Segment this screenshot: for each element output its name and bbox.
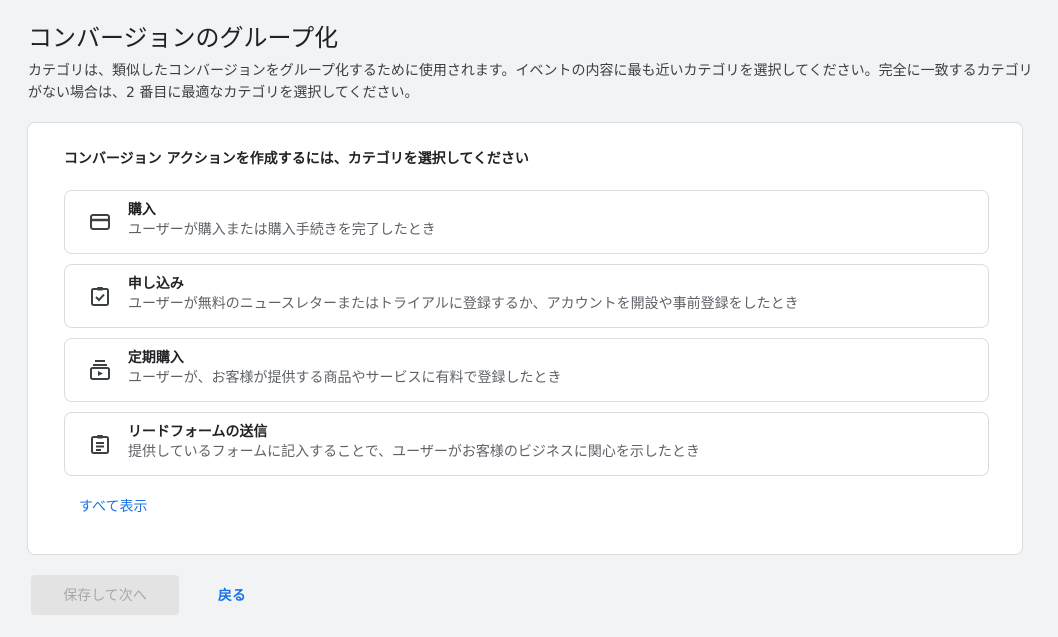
form-clipboard-icon xyxy=(91,435,109,454)
page-title: コンバージョンのグループ化 xyxy=(28,24,339,52)
option-title: 定期購入 xyxy=(128,350,184,366)
category-option-lead-form[interactable]: リードフォームの送信 提供しているフォームに記入することで、ユーザーがお客様のビ… xyxy=(64,412,989,476)
option-title: リードフォームの送信 xyxy=(128,424,268,440)
option-description: ユーザーが購入または購入手続きを完了したとき xyxy=(128,222,436,238)
option-title: 申し込み xyxy=(128,276,184,292)
category-card: コンバージョン アクションを作成するには、カテゴリを選択してください 購入 ユー… xyxy=(27,122,1023,555)
page-description: カテゴリは、類似したコンバージョンをグループ化するために使用されます。イベントの… xyxy=(28,63,1033,101)
category-option-purchase[interactable]: 購入 ユーザーが購入または購入手続きを完了したとき xyxy=(64,190,989,254)
option-description: ユーザーが無料のニュースレターまたはトライアルに登録するか、アカウントを開設や事… xyxy=(128,296,799,312)
option-description: ユーザーが、お客様が提供する商品やサービスに有料で登録したとき xyxy=(128,370,562,386)
card-heading: コンバージョン アクションを作成するには、カテゴリを選択してください xyxy=(64,151,530,167)
category-option-signup[interactable]: 申し込み ユーザーが無料のニュースレターまたはトライアルに登録するか、アカウント… xyxy=(64,264,989,328)
save-and-next-button[interactable]: 保存して次へ xyxy=(31,575,179,615)
clipboard-check-icon xyxy=(91,287,109,306)
category-option-subscription[interactable]: 定期購入 ユーザーが、お客様が提供する商品やサービスに有料で登録したとき xyxy=(64,338,989,402)
back-button[interactable]: 戻る xyxy=(204,575,260,615)
subscriptions-icon xyxy=(90,360,110,380)
show-all-link[interactable]: すべて表示 xyxy=(79,497,147,517)
option-description: 提供しているフォームに記入することで、ユーザーがお客様のビジネスに関心を示したと… xyxy=(128,444,700,460)
credit-card-icon xyxy=(90,214,110,230)
option-title: 購入 xyxy=(128,202,156,218)
